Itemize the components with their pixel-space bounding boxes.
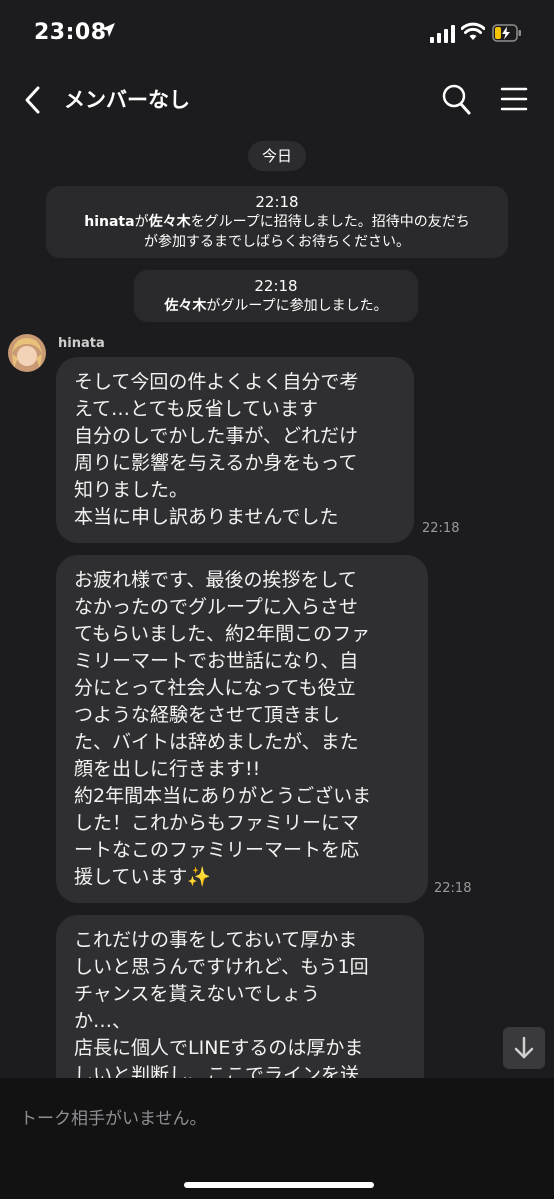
search-icon[interactable] (440, 82, 472, 116)
no-partner-notice: トーク相手がいません。 (20, 1109, 207, 1129)
arrow-down-icon (514, 1036, 534, 1059)
back-button[interactable] (18, 82, 48, 118)
avatar[interactable] (8, 334, 46, 372)
message-bubble[interactable]: お疲れ様です、最後の挨拶をして なかったのでグループに入らさせ てもらいました、… (56, 555, 428, 903)
scroll-to-bottom-button[interactable] (503, 1027, 545, 1069)
home-indicator[interactable] (184, 1182, 374, 1188)
system-message-actor: 佐々木 (164, 298, 207, 314)
message-bubble[interactable]: そして今回の件よくよく自分で考 えて…とても反省しています 自分のしでかした事が… (56, 357, 414, 543)
wifi-icon (460, 22, 486, 42)
system-message-text: をグループに招待しました。招待中の友だち (190, 214, 470, 230)
sender-name: hinata (58, 336, 105, 351)
battery-charging-icon (492, 24, 522, 42)
chat-title: メンバーなし (64, 88, 190, 112)
date-separator: 今日 (248, 141, 306, 171)
system-message-text: がグループに参加しました。 (206, 298, 388, 314)
status-time: 23:08 (34, 20, 107, 45)
chat-header: メンバーなし (0, 72, 554, 128)
cellular-signal-icon (430, 25, 456, 43)
location-arrow-icon (100, 22, 116, 43)
system-message-time: 22:18 (255, 193, 299, 211)
system-message: 22:18 hinataが佐々木をグループに招待しました。招待中の友だち が参加… (46, 186, 508, 258)
system-message-actor: hinata (84, 214, 135, 230)
system-message-text: が (134, 214, 149, 230)
status-bar: 23:08 (0, 0, 554, 70)
message-time: 22:18 (434, 881, 472, 896)
menu-icon[interactable] (500, 85, 528, 113)
message-time: 22:18 (422, 521, 460, 536)
input-bar: トーク相手がいません。 (0, 1078, 554, 1199)
system-message-time: 22:18 (254, 277, 298, 295)
system-message-target: 佐々木 (148, 214, 191, 230)
system-message: 22:18 佐々木がグループに参加しました。 (134, 270, 418, 322)
system-message-text: が参加するまでしばらくお待ちください。 (144, 234, 410, 250)
